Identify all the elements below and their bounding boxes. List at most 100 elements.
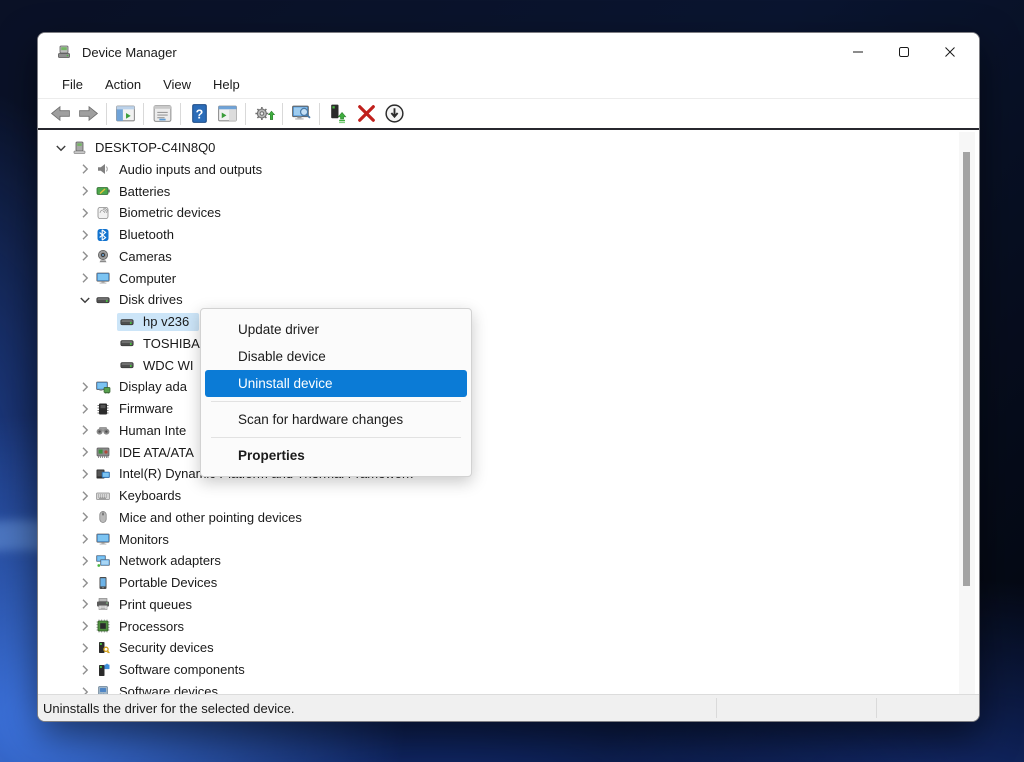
scan-hardware-icon <box>253 102 276 125</box>
tree-item-software-components[interactable]: Software components <box>77 659 255 680</box>
tree-item-keyboards[interactable]: Keyboards <box>77 485 191 506</box>
maximize-button[interactable] <box>881 33 927 71</box>
tree-item-security-devices[interactable]: Security devices <box>77 637 224 658</box>
tree-item-biometric-devices[interactable]: Biometric devices <box>77 202 231 223</box>
menu-item-scan-for-hardware-changes[interactable]: Scan for hardware changes <box>205 406 467 433</box>
properties-window-icon <box>151 102 174 125</box>
tree-item-processors[interactable]: Processors <box>77 616 194 637</box>
help-icon: ? <box>188 102 211 125</box>
tree-item-monitors[interactable]: Monitors <box>77 529 179 550</box>
toolbar-separator <box>106 102 107 125</box>
show-console-tree-button[interactable] <box>111 101 139 127</box>
chevron-right-icon <box>77 488 93 504</box>
desktop: { "window": { "title": "Device Manager",… <box>0 0 1024 762</box>
tree-item-label: Biometric devices <box>119 205 221 221</box>
tree-item-bluetooth[interactable]: Bluetooth <box>77 224 184 245</box>
scrollbar-thumb[interactable] <box>963 152 970 586</box>
action-pane-button[interactable] <box>213 101 241 127</box>
tree-item-label: DESKTOP-C4IN8Q0 <box>95 140 216 155</box>
tree-item-cameras[interactable]: Cameras <box>77 246 182 267</box>
tree-item-label: Processors <box>119 618 185 634</box>
chevron-right-icon <box>77 509 93 525</box>
security-icon <box>95 640 111 656</box>
tree-item-label: Keyboards <box>119 488 182 504</box>
chevron-right-icon <box>77 205 93 221</box>
tree-item-print-queues[interactable]: Print queues <box>77 594 202 615</box>
context-menu: Update driver Disable device Uninstall dev… <box>200 308 472 477</box>
tree-item-mice-and-other-pointing-devices[interactable]: Mice and other pointing devices <box>77 507 312 528</box>
tree-item-label: Portable Devices <box>119 575 218 591</box>
search-computer-button[interactable] <box>287 101 315 127</box>
tree-item-label: IDE ATA/ATA <box>119 444 194 460</box>
tree-item-desktop-c4in8q0[interactable]: DESKTOP-C4IN8Q0 <box>53 137 225 158</box>
tree-item-human-inte[interactable]: Human Inte <box>77 420 196 441</box>
minimize-button[interactable] <box>835 33 881 71</box>
tree-item-label: Computer <box>119 270 177 286</box>
tree-item-display-ada[interactable]: Display ada <box>77 376 197 397</box>
menu-item-update-driver[interactable]: Update driver <box>205 316 467 343</box>
tree-item-disk-drives[interactable]: Disk drives <box>77 289 193 310</box>
chevron-right-icon <box>77 596 93 612</box>
update-driver-button[interactable] <box>324 101 352 127</box>
tree-item-label: Monitors <box>119 531 169 547</box>
properties-button[interactable] <box>148 101 176 127</box>
battery-icon <box>95 183 111 199</box>
tree-item-firmware[interactable]: Firmware <box>77 398 183 419</box>
menu-item-disable-device[interactable]: Disable device <box>205 343 467 370</box>
menu-help[interactable]: Help <box>202 73 251 96</box>
mouse-icon <box>95 509 111 525</box>
chevron-down-icon <box>77 292 93 308</box>
tree-item-label: Audio inputs and outputs <box>119 161 263 177</box>
chevron-right-icon <box>77 183 93 199</box>
close-button[interactable] <box>927 33 973 71</box>
vertical-scrollbar[interactable] <box>959 132 975 696</box>
tree-item-ide-ata-ata[interactable]: IDE ATA/ATA <box>77 442 204 463</box>
tree-item-wdc-wi[interactable]: WDC WI <box>101 355 204 376</box>
title-bar: Device Manager <box>38 33 979 71</box>
tree-item-toshiba[interactable]: TOSHIBA <box>101 333 210 354</box>
tree-item-content: Audio inputs and outputs <box>93 160 272 178</box>
tree-item-portable-devices[interactable]: Portable Devices <box>77 572 227 593</box>
menu-action[interactable]: Action <box>94 73 152 96</box>
back-button[interactable] <box>46 101 74 127</box>
menu-item-properties[interactable]: Properties <box>205 442 467 469</box>
tree-item-label: Security devices <box>119 640 214 656</box>
tree-item-content: IDE ATA/ATA <box>93 443 204 461</box>
tree-item-content: Human Inte <box>93 421 196 439</box>
ide-icon <box>95 444 111 460</box>
status-bar: Uninstalls the driver for the selected d… <box>38 694 979 721</box>
fingerprint-icon <box>95 205 111 221</box>
tree-item-hp-v236[interactable]: hp v236 <box>101 311 200 332</box>
uninstall-device-button[interactable] <box>352 101 380 127</box>
forward-button[interactable] <box>74 101 102 127</box>
update-driver-icon <box>327 102 350 125</box>
tree-item-label: Human Inte <box>119 422 187 438</box>
tree-item-computer[interactable]: Computer <box>77 268 186 289</box>
tree-item-label: Print queues <box>119 596 192 612</box>
tree-item-label: TOSHIBA <box>143 335 200 351</box>
tree-item-label: Disk drives <box>119 292 183 308</box>
tree-item-batteries[interactable]: Batteries <box>77 181 180 202</box>
chevron-right-icon <box>77 662 93 678</box>
disable-device-button[interactable] <box>380 101 408 127</box>
software-component-icon <box>95 662 111 678</box>
chevron-right-icon <box>77 227 93 243</box>
keyboard-icon <box>95 488 111 504</box>
tree-item-network-adapters[interactable]: Network adapters <box>77 550 231 571</box>
scan-for-hardware-changes-button[interactable] <box>250 101 278 127</box>
help-button[interactable]: ? <box>185 101 213 127</box>
menu-item-uninstall-device[interactable]: Uninstall device <box>205 370 467 397</box>
tree-item-label: Mice and other pointing devices <box>119 509 302 525</box>
uninstall-icon <box>355 102 378 125</box>
toolbar-separator <box>143 102 144 125</box>
chevron-right-icon <box>77 466 93 482</box>
menu-view[interactable]: View <box>152 73 202 96</box>
chevron-right-icon <box>77 248 93 264</box>
maximize-icon <box>898 46 910 58</box>
tree-item-audio-inputs-and-outputs[interactable]: Audio inputs and outputs <box>77 159 272 180</box>
tree-item-label: Bluetooth <box>119 227 174 243</box>
menu-file[interactable]: File <box>51 73 94 96</box>
tree-item-content: DESKTOP-C4IN8Q0 <box>69 139 225 157</box>
